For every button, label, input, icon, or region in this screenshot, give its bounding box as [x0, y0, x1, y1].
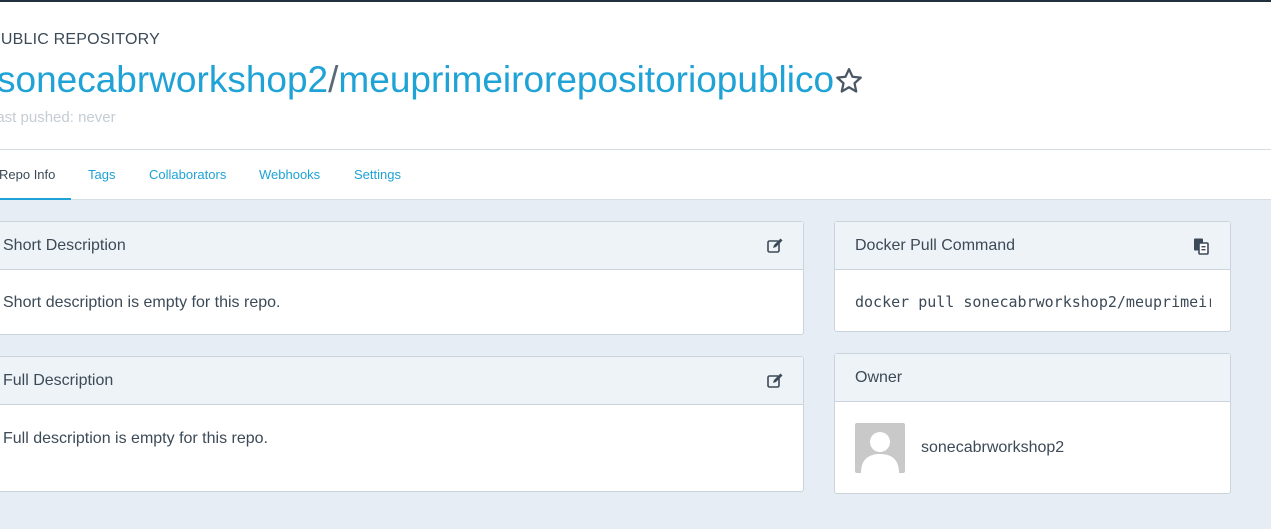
tab-collaborators[interactable]: Collaborators: [149, 167, 226, 182]
tab-settings[interactable]: Settings: [354, 167, 401, 182]
repo-header: PUBLIC REPOSITORY sonecabrworkshop2/meup…: [0, 2, 1271, 150]
short-description-title: Short Description: [3, 237, 126, 254]
full-description-header: Full Description: [0, 357, 803, 405]
docker-pull-panel: Docker Pull Command docker pull sonecabr…: [834, 221, 1231, 332]
owner-name-link[interactable]: sonecabrworkshop2: [921, 439, 1064, 457]
tab-bar: Repo Info Tags Collaborators Webhooks Se…: [0, 150, 1271, 200]
namespace-link[interactable]: sonecabrworkshop2: [0, 59, 328, 100]
repo-title: sonecabrworkshop2/meuprimeirorepositorio…: [0, 58, 834, 102]
owner-body: sonecabrworkshop2: [835, 403, 1230, 493]
edit-icon[interactable]: [766, 372, 784, 390]
docker-pull-header: Docker Pull Command: [835, 222, 1230, 270]
clipboard-copy-icon[interactable]: [1192, 237, 1210, 255]
owner-panel: Owner sonecabrworkshop2: [834, 353, 1231, 494]
owner-header: Owner: [835, 354, 1230, 402]
tab-repo-info[interactable]: Repo Info: [0, 167, 55, 182]
star-icon[interactable]: [834, 66, 864, 96]
active-tab-indicator: [0, 198, 71, 200]
short-description-text: Short description is empty for this repo…: [3, 294, 281, 311]
title-separator: /: [328, 59, 339, 100]
short-description-panel: Short Description Short description is e…: [0, 221, 804, 335]
edit-icon[interactable]: [766, 237, 784, 255]
owner-title: Owner: [855, 369, 903, 386]
docker-pull-command[interactable]: docker pull sonecabrworkshop2/meuprimeir…: [855, 293, 1211, 311]
repo-name-link[interactable]: meuprimeirorepositoriopublico: [338, 59, 834, 100]
short-description-header: Short Description: [0, 222, 803, 270]
repo-type-label: PUBLIC REPOSITORY: [0, 31, 160, 48]
docker-pull-title: Docker Pull Command: [855, 237, 1016, 254]
full-description-panel: Full Description Full description is emp…: [0, 356, 804, 492]
last-pushed-text: Last pushed: never: [0, 109, 116, 126]
full-description-title: Full Description: [3, 372, 114, 389]
tab-tags[interactable]: Tags: [88, 167, 115, 182]
user-avatar-icon[interactable]: [855, 423, 905, 473]
tab-webhooks[interactable]: Webhooks: [259, 167, 320, 182]
full-description-text: Full description is empty for this repo.: [3, 430, 268, 447]
